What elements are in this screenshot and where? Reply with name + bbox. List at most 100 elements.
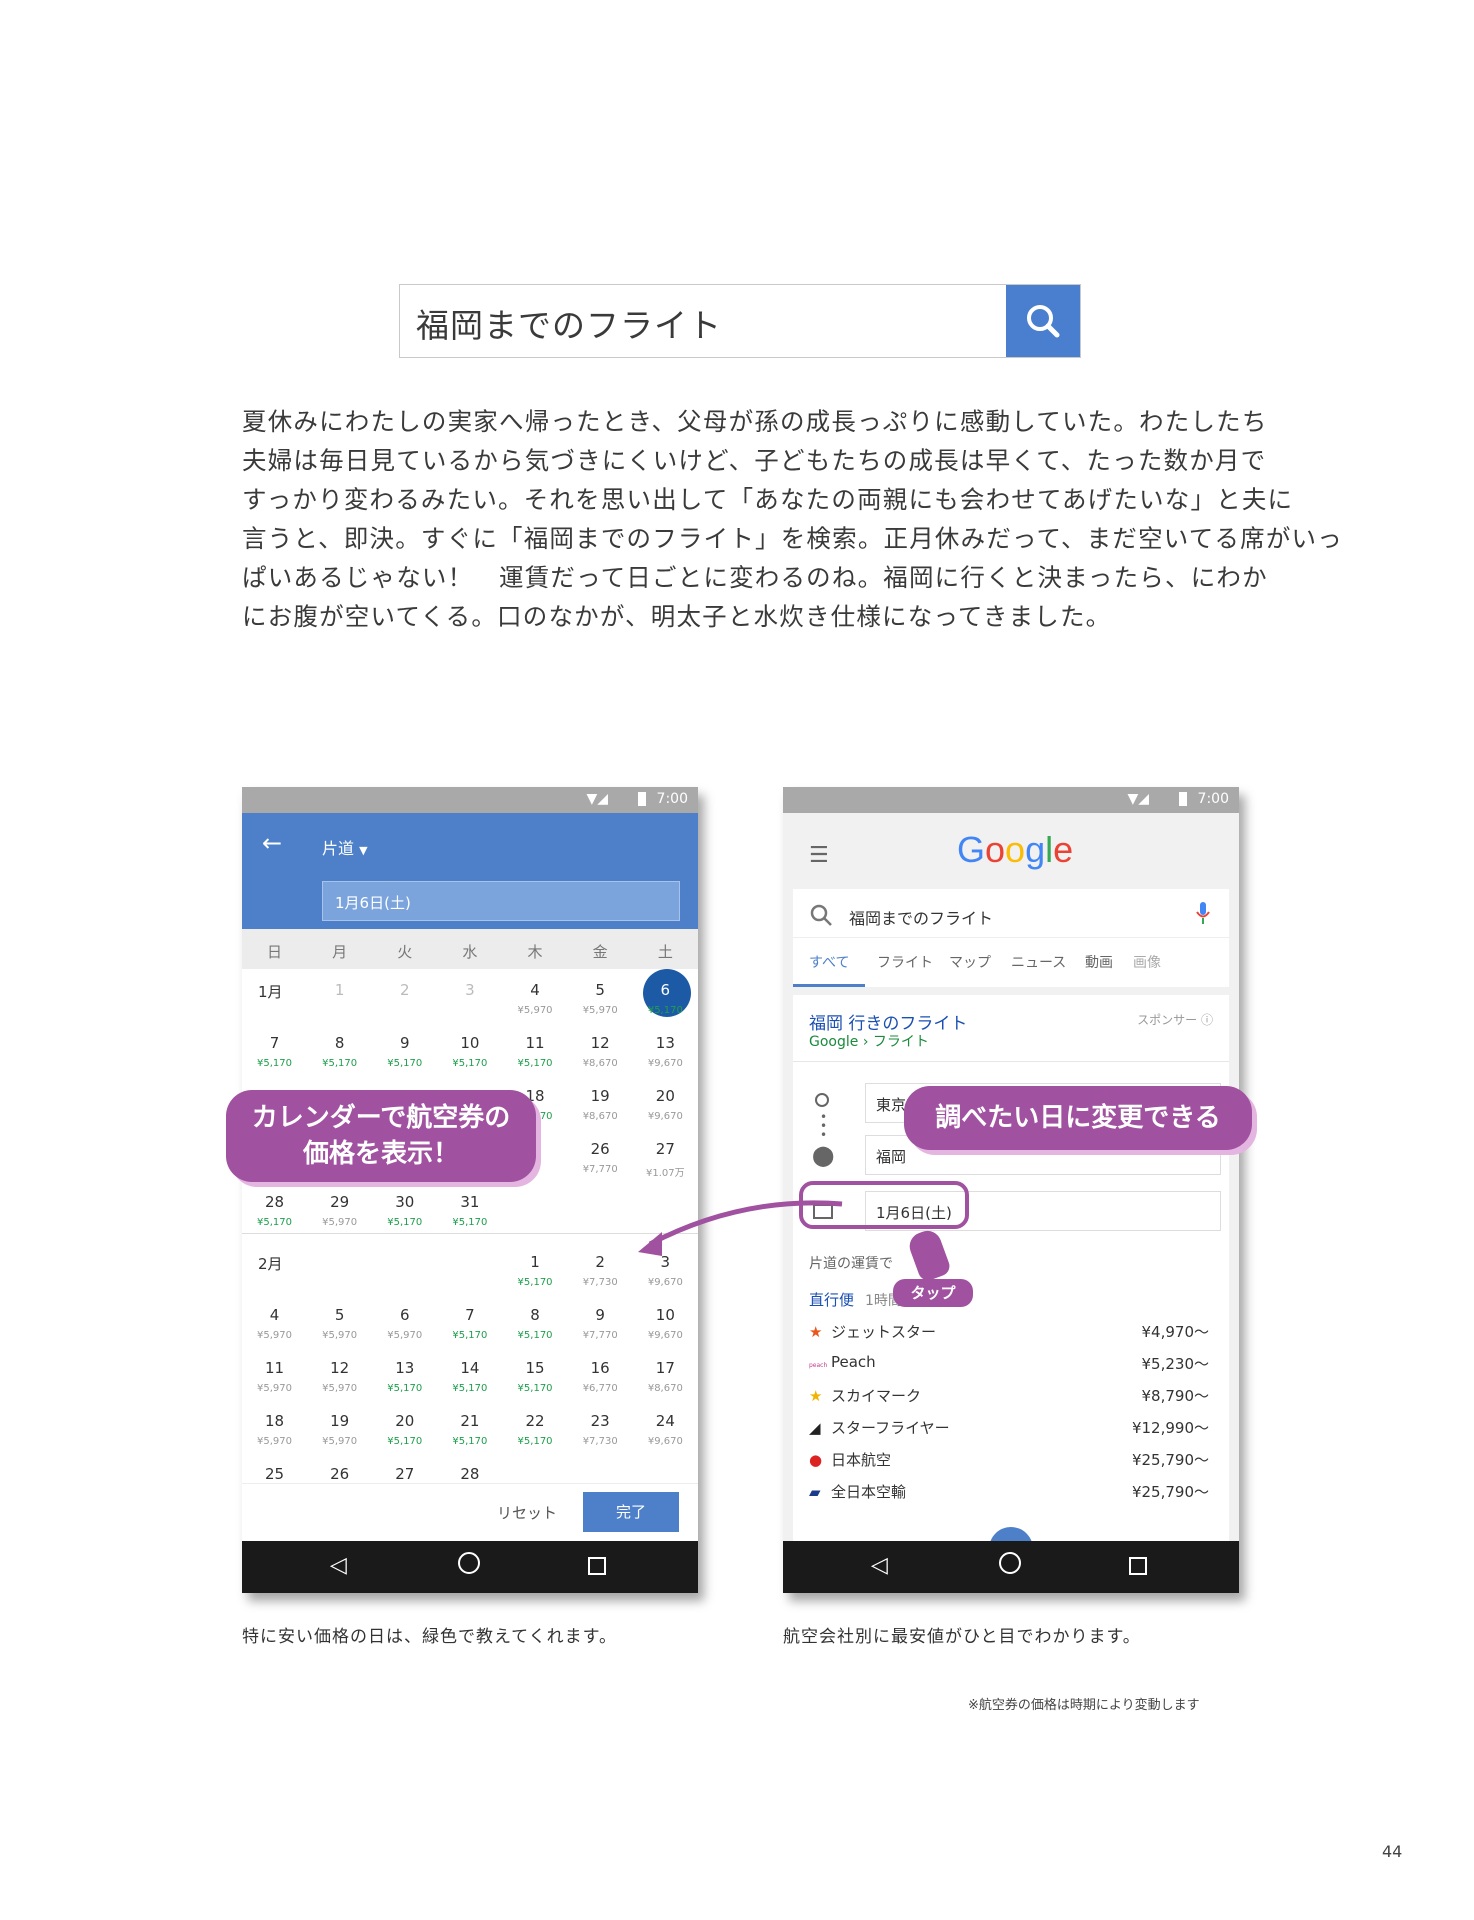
- calendar-day[interactable]: 9 ¥7,770: [568, 1306, 633, 1341]
- calendar-day[interactable]: 8 ¥5,170: [307, 1034, 372, 1069]
- calendar-day[interactable]: 30 ¥5,170: [372, 1193, 437, 1228]
- day-price: ¥5,970: [322, 1217, 358, 1228]
- status-bar: 7:00 ▼◢: [783, 787, 1239, 813]
- calendar-day[interactable]: 17 ¥8,670: [633, 1359, 698, 1394]
- calendar-day[interactable]: 7 ¥5,170: [437, 1306, 502, 1341]
- calendar-day[interactable]: 3: [437, 981, 502, 999]
- calendar-header: ← 片道 ▼ 1月6日(土): [242, 813, 698, 929]
- flight-result-card: 福岡 行きのフライト Google › フライト スポンサー ⓘ • • • ⬤ 東…: [793, 995, 1229, 1541]
- calendar-day[interactable]: 23 ¥7,730: [568, 1412, 633, 1447]
- calendar-day[interactable]: 11 ¥5,170: [503, 1034, 568, 1069]
- calendar-day[interactable]: 1 ¥5,170: [503, 1253, 568, 1288]
- day-number: 15: [525, 1359, 545, 1377]
- calendar-day[interactable]: 10 ¥5,170: [437, 1034, 502, 1069]
- airline-price: ¥25,790〜: [1131, 1451, 1209, 1469]
- calendar-day[interactable]: 11 ¥5,970: [242, 1359, 307, 1394]
- airline-row[interactable]: ▰ 全日本空輸 ¥25,790〜: [809, 1481, 1209, 1502]
- calendar-day[interactable]: 5 ¥5,970: [307, 1306, 372, 1341]
- status-bar: 7:00 ▼◢: [242, 787, 698, 813]
- day-price: ¥5,170: [387, 1436, 423, 1447]
- calendar-day[interactable]: 14 ¥5,170: [437, 1359, 502, 1394]
- nav-recents-icon[interactable]: [588, 1557, 606, 1575]
- search-input[interactable]: 福岡までのフライト: [849, 905, 993, 929]
- calendar-day[interactable]: 2: [372, 981, 437, 999]
- calendar-day[interactable]: 24 ¥9,670: [633, 1412, 698, 1447]
- airline-price: ¥12,990〜: [1131, 1419, 1209, 1437]
- airline-name: 全日本空輸: [831, 1483, 907, 1501]
- day-number: 16: [590, 1359, 610, 1377]
- day-price: ¥5,170: [452, 1436, 488, 1447]
- calendar-day[interactable]: 29 ¥5,970: [307, 1193, 372, 1228]
- calendar-day[interactable]: 1: [307, 981, 372, 999]
- calendar-day[interactable]: 19 ¥5,970: [307, 1412, 372, 1447]
- day-price: ¥5,970: [387, 1330, 423, 1341]
- calendar-day[interactable]: 5 ¥5,970: [568, 981, 633, 1016]
- calendar-day[interactable]: 20 ¥9,670: [633, 1087, 698, 1122]
- day-number: 5: [595, 981, 605, 999]
- calendar-day[interactable]: 12 ¥8,670: [568, 1034, 633, 1069]
- calendar-day[interactable]: 21 ¥5,170: [437, 1412, 502, 1447]
- day-number: 4: [269, 1306, 280, 1324]
- done-button[interactable]: 完了: [583, 1492, 679, 1532]
- nav-back-icon[interactable]: ◁: [330, 1553, 347, 1578]
- back-arrow-icon[interactable]: ←: [262, 829, 282, 857]
- calendar-day[interactable]: 10 ¥9,670: [633, 1306, 698, 1341]
- calendar-day[interactable]: 8 ¥5,170: [503, 1306, 568, 1341]
- calendar-day[interactable]: 12 ¥5,970: [307, 1359, 372, 1394]
- calendar-day[interactable]: 4 ¥5,970: [503, 981, 568, 1016]
- calendar-day[interactable]: 15 ¥5,170: [503, 1359, 568, 1394]
- day-number: 22: [525, 1412, 545, 1430]
- tab-images[interactable]: 画像: [1133, 952, 1161, 972]
- tab-maps[interactable]: マップ: [949, 952, 991, 972]
- airline-row[interactable]: ◢ スターフライヤー ¥12,990〜: [809, 1417, 1209, 1438]
- calendar-day[interactable]: 19 ¥8,670: [568, 1087, 633, 1122]
- tab-all[interactable]: すべて: [809, 952, 849, 972]
- tab-videos[interactable]: 動画: [1085, 952, 1113, 972]
- paragraph-line: 言うと、即決。すぐに「福岡までのフライト」を検索。正月休みだって、まだ空いてる席…: [242, 524, 1343, 553]
- trip-type-dropdown[interactable]: 片道 ▼: [322, 835, 368, 859]
- calendar-day[interactable]: 13 ¥5,170: [372, 1359, 437, 1394]
- nav-back-icon[interactable]: ◁: [871, 1553, 888, 1578]
- day-price: ¥5,970: [257, 1330, 292, 1341]
- search-button[interactable]: [1006, 285, 1080, 357]
- calendar-day[interactable]: 28 ¥5,170: [242, 1193, 307, 1228]
- tab-flights[interactable]: フライト: [877, 952, 933, 972]
- calendar-day[interactable]: 9 ¥5,170: [372, 1034, 437, 1069]
- menu-icon[interactable]: ☰: [809, 843, 829, 868]
- day-number: 17: [655, 1359, 675, 1377]
- date-field[interactable]: 1月6日(土): [322, 881, 680, 921]
- microphone-icon[interactable]: [1195, 901, 1211, 927]
- calendar-day[interactable]: 4 ¥5,970: [242, 1306, 307, 1341]
- trip-type-label: 片道: [322, 839, 355, 858]
- tab-news[interactable]: ニュース: [1011, 952, 1066, 972]
- airline-row[interactable]: peach Peach ¥5,230〜: [809, 1353, 1209, 1373]
- day-price: ¥5,170: [387, 1383, 423, 1394]
- calendar-day[interactable]: 18 ¥5,970: [242, 1412, 307, 1447]
- calendar-day[interactable]: 6 ¥5,170: [633, 969, 698, 1017]
- nav-home-icon[interactable]: [458, 1552, 480, 1574]
- calendar-day[interactable]: 31 ¥5,170: [437, 1193, 502, 1228]
- nav-recents-icon[interactable]: [1129, 1557, 1147, 1575]
- calendar-day[interactable]: 20 ¥5,170: [372, 1412, 437, 1447]
- calendar-day[interactable]: 26 ¥7,770: [568, 1140, 633, 1175]
- day-number: 21: [460, 1412, 480, 1430]
- calendar-day[interactable]: 2 ¥7,730: [568, 1253, 633, 1288]
- calendar-day[interactable]: 7 ¥5,170: [242, 1034, 307, 1069]
- calendar-day[interactable]: 22 ¥5,170: [503, 1412, 568, 1447]
- calendar-day[interactable]: 6 ¥5,970: [372, 1306, 437, 1341]
- airline-row[interactable]: ★ スカイマーク ¥8,790〜: [809, 1385, 1209, 1406]
- airline-row[interactable]: ● 日本航空 ¥25,790〜: [809, 1449, 1209, 1470]
- calendar-day[interactable]: 13 ¥9,670: [633, 1034, 698, 1069]
- airline-row[interactable]: ★ ジェットスター ¥4,970〜: [809, 1321, 1209, 1342]
- tap-badge: タップ: [893, 1279, 973, 1307]
- day-number: 28: [264, 1193, 285, 1211]
- day-number: 5: [334, 1306, 345, 1324]
- direct-flight-filter[interactable]: 直行便: [809, 1289, 854, 1310]
- search-bar[interactable]: 福岡までのフライト: [399, 284, 1081, 358]
- calendar-day[interactable]: 27 ¥1.07万: [633, 1140, 698, 1179]
- day-price: ¥5,970: [257, 1436, 292, 1447]
- reset-button[interactable]: リセット: [497, 1502, 557, 1523]
- calendar-day[interactable]: 16 ¥6,770: [568, 1359, 633, 1394]
- day-price: ¥5,170: [452, 1058, 488, 1069]
- nav-home-icon[interactable]: [999, 1552, 1021, 1574]
